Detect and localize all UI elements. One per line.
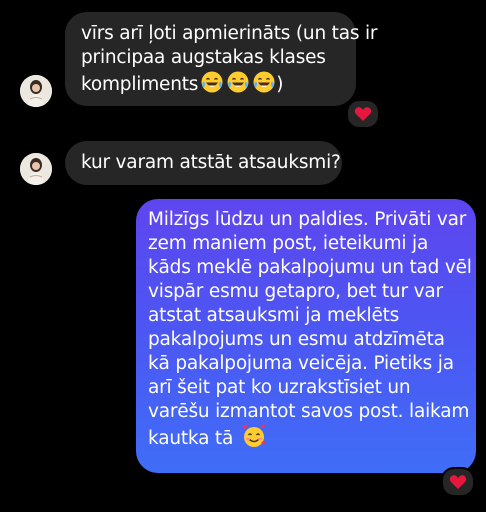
message-text-line: pakalpojums un esmu atdzīmēta — [148, 329, 445, 350]
message-text-line: kāds meklē pakalpojumu un tad vēl — [148, 257, 472, 278]
message-text-line: kompliments — [81, 74, 199, 95]
sender-avatar[interactable] — [20, 75, 52, 107]
laughing-tears-emoji — [200, 70, 224, 101]
message-text-line: vispār esmu getapro, bet tur var — [148, 281, 443, 302]
laughing-tears-emoji — [226, 70, 250, 101]
reaction-badge[interactable] — [441, 467, 475, 497]
laughing-tears-emoji — [252, 70, 276, 101]
message-text-line: zem maniem post, ieteikumi ja — [148, 233, 429, 254]
message-text-line: arī šeit pat ko uzrakstīsiet un — [148, 377, 411, 398]
message-text-line: principaa augstakas klases — [81, 47, 326, 68]
message-text-line: kautka tā — [148, 428, 234, 449]
smiling-face-with-hearts-emoji — [241, 424, 267, 455]
incoming-message-bubble[interactable]: kur varam atstāt atsauksmi? — [65, 141, 342, 185]
chat-thread: vīrs arī ļoti apmierināts (un tas ir pri… — [0, 0, 486, 512]
message-text-line: Milzīgs lūdzu un paldies. Privāti var — [148, 209, 467, 230]
red-heart-icon — [449, 475, 467, 489]
red-heart-icon — [354, 107, 372, 121]
message-text-line: kur varam atstāt atsauksmi? — [81, 152, 341, 173]
message-text-trailing: ) — [276, 74, 284, 95]
message-text-line: kā pakalpojuma veicēja. Pietiks ja — [148, 353, 454, 374]
sender-avatar[interactable] — [20, 153, 52, 185]
outgoing-message-bubble[interactable]: Milzīgs lūdzu un paldies. Privāti var ze… — [136, 199, 476, 473]
message-text-line: vīrs arī ļoti apmierināts (un tas ir — [81, 23, 378, 44]
incoming-message-bubble[interactable]: vīrs arī ļoti apmierināts (un tas ir pri… — [65, 12, 378, 106]
message-text-line: varēšu izmantot savos post. laikam — [148, 401, 470, 422]
reaction-badge[interactable] — [346, 99, 380, 129]
message-text-line: atstat atsauksmi ja meklēts — [148, 305, 400, 326]
